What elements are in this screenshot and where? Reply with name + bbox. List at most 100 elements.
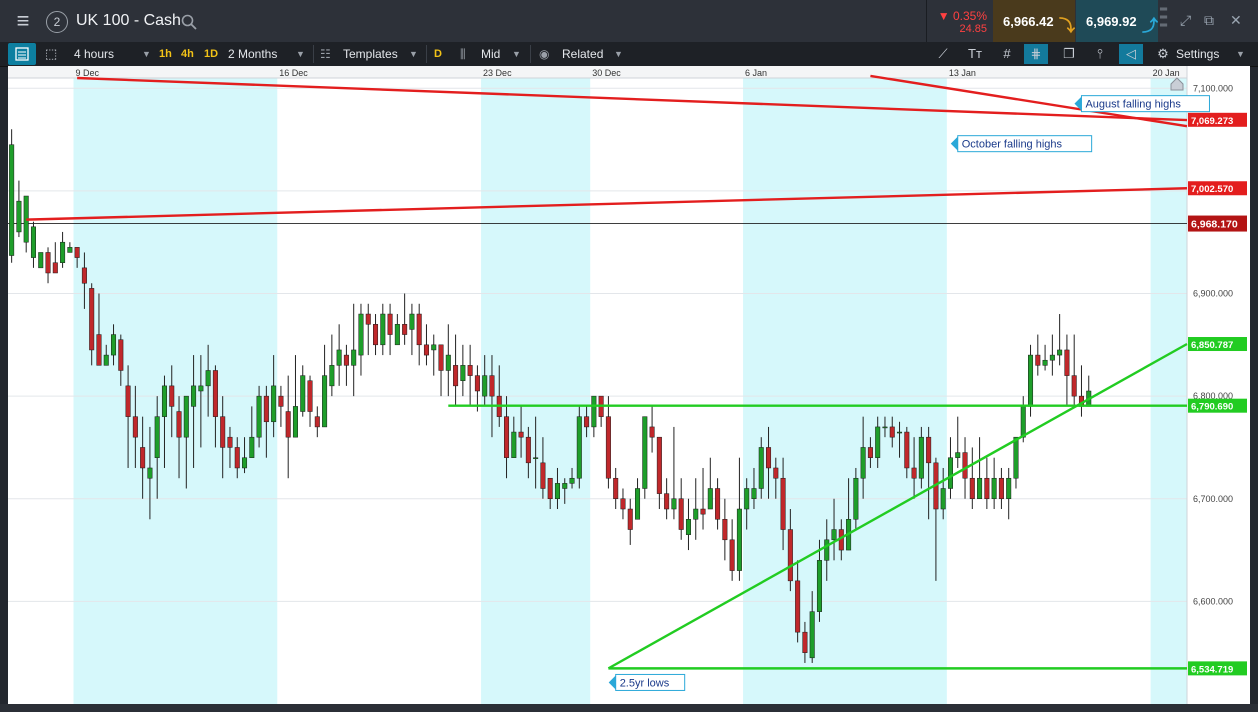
candle-body — [67, 247, 73, 253]
candle-body — [722, 519, 728, 541]
d-badge[interactable]: D — [434, 42, 442, 66]
x-tick-label: 30 Dec — [592, 68, 621, 78]
candle-body — [736, 508, 742, 571]
candle-body — [693, 508, 699, 520]
quick-1h-button[interactable]: 1h — [159, 42, 172, 66]
drag-handle-icon[interactable]: ═ ═ ═ — [1160, 5, 1167, 31]
buy-price-button[interactable]: 6,969.92 ⤴ — [1076, 0, 1158, 42]
layout-number-badge[interactable]: 2 — [46, 11, 68, 33]
x-tick-label: 16 Dec — [279, 68, 308, 78]
chevron-down-icon: ▼ — [512, 49, 521, 59]
timeframe-select[interactable]: 4 hours — [74, 42, 114, 66]
level-label-text: 6,534.719 — [1191, 664, 1233, 675]
candle-body — [525, 436, 531, 464]
chevron-down-icon: ▼ — [614, 49, 623, 59]
price-mode-select[interactable]: Mid — [481, 42, 500, 66]
price-chart[interactable]: 9 Dec 16 Dec 23 Dec 30 Dec 6 Jan 13 Jan 20 Jan… — [8, 66, 1250, 704]
candle-body — [729, 539, 735, 571]
candle-body — [969, 477, 975, 500]
buy-arrow-icon: ⤴ — [1142, 18, 1159, 35]
quick-4h-button[interactable]: 4h — [181, 42, 194, 66]
candle-body — [52, 262, 58, 274]
candle-body — [263, 395, 269, 423]
candle-body — [387, 313, 393, 335]
candle-body — [314, 416, 320, 428]
candle-body — [169, 385, 175, 407]
candle-body — [882, 426, 888, 429]
candle-body — [343, 354, 349, 366]
candle-body — [504, 416, 510, 458]
candle-body — [554, 483, 560, 500]
settings-button[interactable]: Settings — [1176, 42, 1219, 66]
indicator-icon[interactable]: ⫯ — [1088, 44, 1112, 64]
candle-body — [242, 457, 248, 469]
chevron-down-icon: ▼ — [142, 49, 151, 59]
hamburger-menu-icon[interactable]: ≡ — [8, 7, 38, 35]
x-tick-label: 9 Dec — [76, 68, 100, 78]
popout-icon[interactable]: ⧉ — [1204, 12, 1214, 29]
sell-price-button[interactable]: 6,966.42 ⤵ — [993, 0, 1075, 42]
layers-icon[interactable]: ❐ — [1057, 44, 1081, 64]
close-icon[interactable]: ✕ — [1230, 12, 1242, 29]
candle-body — [111, 334, 117, 356]
candle-body — [322, 375, 328, 428]
candle-body — [518, 431, 524, 438]
text-tool-icon[interactable]: Tт — [963, 44, 987, 64]
candle-body — [511, 431, 517, 458]
toolbar-divider — [426, 45, 427, 63]
candle-body — [998, 477, 1004, 500]
candle-body — [700, 508, 706, 515]
candle-body — [809, 611, 815, 659]
grid-icon[interactable]: # — [995, 44, 1019, 64]
candle-body — [1013, 436, 1019, 479]
range-select[interactable]: 2 Months — [228, 42, 277, 66]
expand-icon[interactable]: ⤢ — [1180, 12, 1191, 29]
instrument-title[interactable]: UK 100 - Cash — [76, 12, 181, 30]
candle-body — [409, 313, 415, 330]
candle-body — [605, 416, 611, 479]
candle-type-icon: ⫼ — [460, 47, 466, 61]
candle-body — [744, 488, 750, 510]
list-view-icon[interactable] — [8, 43, 36, 65]
templates-icon: ☷ — [320, 47, 331, 61]
gear-icon[interactable]: ⚙ — [1151, 44, 1175, 64]
fibonacci-icon[interactable]: ⋕ — [1024, 44, 1048, 64]
weekend-band — [481, 66, 591, 704]
chart-window: ≡ 2 UK 100 - Cash ▼ 0.35% 24.85 6,966.42… — [0, 0, 1258, 712]
candle-body — [38, 252, 44, 269]
x-tick-label: 13 Jan — [949, 68, 976, 78]
bottom-bar — [0, 704, 1258, 712]
templates-select[interactable]: Templates — [343, 42, 398, 66]
candle-body — [831, 529, 837, 541]
toolbar-divider — [530, 45, 531, 63]
level-label-text: 7,002.570 — [1191, 184, 1233, 195]
candle-body — [16, 200, 22, 233]
quick-1d-button[interactable]: 1D — [204, 42, 218, 66]
candle-body — [962, 452, 968, 479]
candle-body — [1035, 354, 1041, 366]
weekend-band — [73, 66, 278, 704]
candle-body — [103, 354, 109, 366]
candle-body — [1020, 406, 1026, 438]
candle-body — [766, 447, 772, 469]
level-label-text: 6,790.690 — [1191, 402, 1233, 413]
candle-body — [74, 247, 80, 258]
candle-body — [132, 416, 138, 438]
candle-body — [940, 488, 946, 510]
candle-body — [853, 477, 859, 520]
candle-body — [161, 385, 167, 417]
weekend-band — [1150, 66, 1187, 704]
candle-body — [824, 539, 830, 561]
candle-body — [773, 467, 779, 479]
search-icon[interactable] — [181, 14, 197, 30]
tag-icon[interactable]: ◁ — [1119, 44, 1143, 64]
draw-line-icon[interactable]: ⟋ — [931, 44, 955, 64]
candlestick-chart-svg[interactable]: 9 Dec 16 Dec 23 Dec 30 Dec 6 Jan 13 Jan 20 Jan… — [8, 66, 1250, 704]
related-select[interactable]: Related — [562, 42, 603, 66]
annotation-label: 2.5yr lows — [620, 677, 670, 689]
candle-body — [1028, 354, 1034, 407]
candle-body — [547, 477, 553, 500]
candle-body — [591, 395, 597, 428]
candle-body — [751, 488, 757, 500]
crosshair-grid-icon[interactable]: ⬚ — [45, 42, 57, 66]
